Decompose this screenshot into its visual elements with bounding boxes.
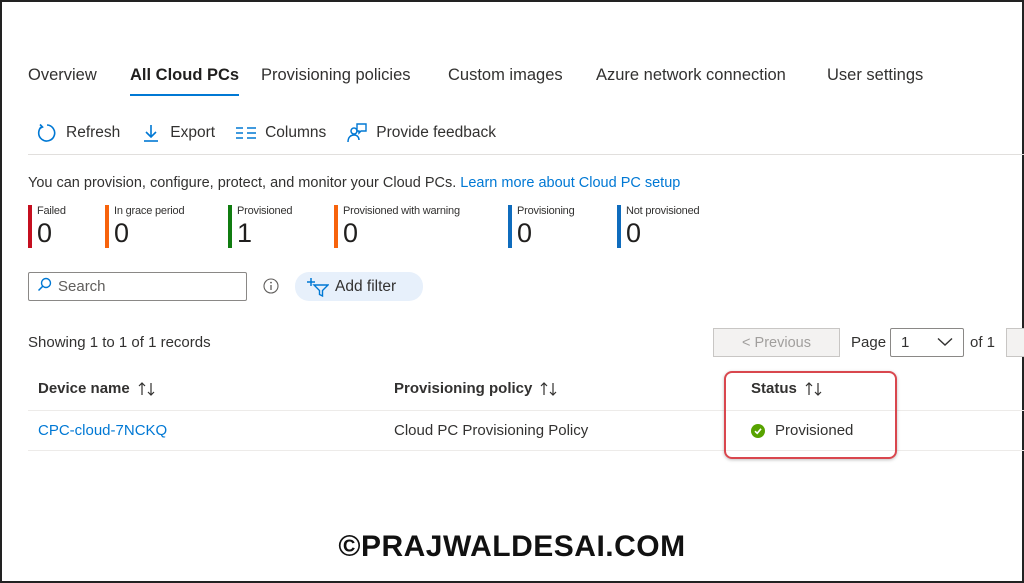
intro-text: You can provision, configure, protect, a… <box>28 175 680 191</box>
tile-label: In grace period <box>114 205 185 217</box>
tile-label: Provisioning <box>517 205 575 217</box>
sort-icon <box>138 381 156 396</box>
feedback-icon <box>346 122 368 144</box>
sort-icon <box>540 381 558 396</box>
search-box[interactable] <box>28 272 247 301</box>
columns-button[interactable]: Columns <box>235 122 326 144</box>
search-input[interactable] <box>58 278 238 295</box>
tile-color-bar <box>617 205 621 248</box>
tab-azure-network-connection[interactable]: Azure network connection <box>596 64 786 96</box>
refresh-icon <box>36 122 58 144</box>
add-filter-label: Add filter <box>335 277 397 295</box>
tile-provisioning[interactable]: Provisioning 0 <box>508 205 575 249</box>
watermark: ©PRAJWALDESAI.COM <box>338 530 686 563</box>
export-label: Export <box>170 124 216 141</box>
refresh-button[interactable]: Refresh <box>36 122 120 144</box>
add-filter-icon <box>307 277 329 297</box>
tile-color-bar <box>105 205 109 248</box>
export-button[interactable]: Export <box>140 122 215 144</box>
tile-label: Provisioned with warning <box>343 205 460 217</box>
column-header-device-name[interactable]: Device name <box>38 380 156 397</box>
tab-custom-images[interactable]: Custom images <box>448 64 563 96</box>
chevron-down-icon <box>937 334 953 351</box>
page-select-value: 1 <box>901 334 910 351</box>
columns-label: Columns <box>265 124 327 141</box>
tile-in-grace-period[interactable]: In grace period 0 <box>105 205 185 249</box>
tab-user-settings[interactable]: User settings <box>827 64 923 96</box>
tile-color-bar <box>334 205 338 248</box>
learn-more-link[interactable]: Learn more about Cloud PC setup <box>460 175 680 191</box>
status-highlight-box <box>724 371 897 459</box>
tile-color-bar <box>508 205 512 248</box>
tile-provisioned-with-warning[interactable]: Provisioned with warning 0 <box>334 205 460 249</box>
tile-count: 0 <box>343 218 359 248</box>
tile-color-bar <box>28 205 32 248</box>
page-select[interactable]: 1 <box>890 328 964 357</box>
intro-description: You can provision, configure, protect, a… <box>28 175 461 191</box>
toolbar-divider <box>28 154 1024 155</box>
download-icon <box>140 122 162 144</box>
provisioning-policy-cell: Cloud PC Provisioning Policy <box>394 422 589 439</box>
column-header-label: Provisioning policy <box>394 380 533 397</box>
command-bar: Refresh Export Columns Provide feedback <box>36 120 516 146</box>
tile-failed[interactable]: Failed 0 <box>28 205 66 249</box>
page-label: Page <box>851 334 887 351</box>
tile-not-provisioned[interactable]: Not provisioned 0 <box>617 205 700 249</box>
tile-label: Failed <box>37 205 66 217</box>
device-name-link[interactable]: CPC-cloud-7NCKQ <box>38 422 167 439</box>
tile-label: Provisioned <box>237 205 293 217</box>
info-icon[interactable] <box>263 278 279 294</box>
tile-count: 0 <box>114 218 130 248</box>
add-filter-button[interactable]: Add filter <box>295 272 423 301</box>
feedback-label: Provide feedback <box>376 124 497 141</box>
tab-overview[interactable]: Overview <box>28 64 97 96</box>
provide-feedback-button[interactable]: Provide feedback <box>346 122 496 144</box>
tile-color-bar <box>228 205 232 248</box>
tab-all-cloud-pcs[interactable]: All Cloud PCs <box>130 64 240 96</box>
search-icon <box>37 277 52 297</box>
records-count: Showing 1 to 1 of 1 records <box>28 334 211 351</box>
columns-icon <box>235 122 257 144</box>
tile-label: Not provisioned <box>626 205 700 217</box>
tab-provisioning-policies[interactable]: Provisioning policies <box>261 64 411 96</box>
next-page-button[interactable] <box>1006 328 1024 357</box>
column-header-label: Device name <box>38 380 130 397</box>
refresh-label: Refresh <box>66 124 121 141</box>
previous-page-button[interactable]: < Previous <box>713 328 840 357</box>
page-total-label: of 1 <box>970 334 996 351</box>
tile-count: 0 <box>626 218 642 248</box>
tile-count: 0 <box>37 218 53 248</box>
column-header-provisioning-policy[interactable]: Provisioning policy <box>394 380 558 397</box>
tile-provisioned[interactable]: Provisioned 1 <box>228 205 292 249</box>
tile-count: 0 <box>517 218 533 248</box>
tile-count: 1 <box>237 218 253 248</box>
